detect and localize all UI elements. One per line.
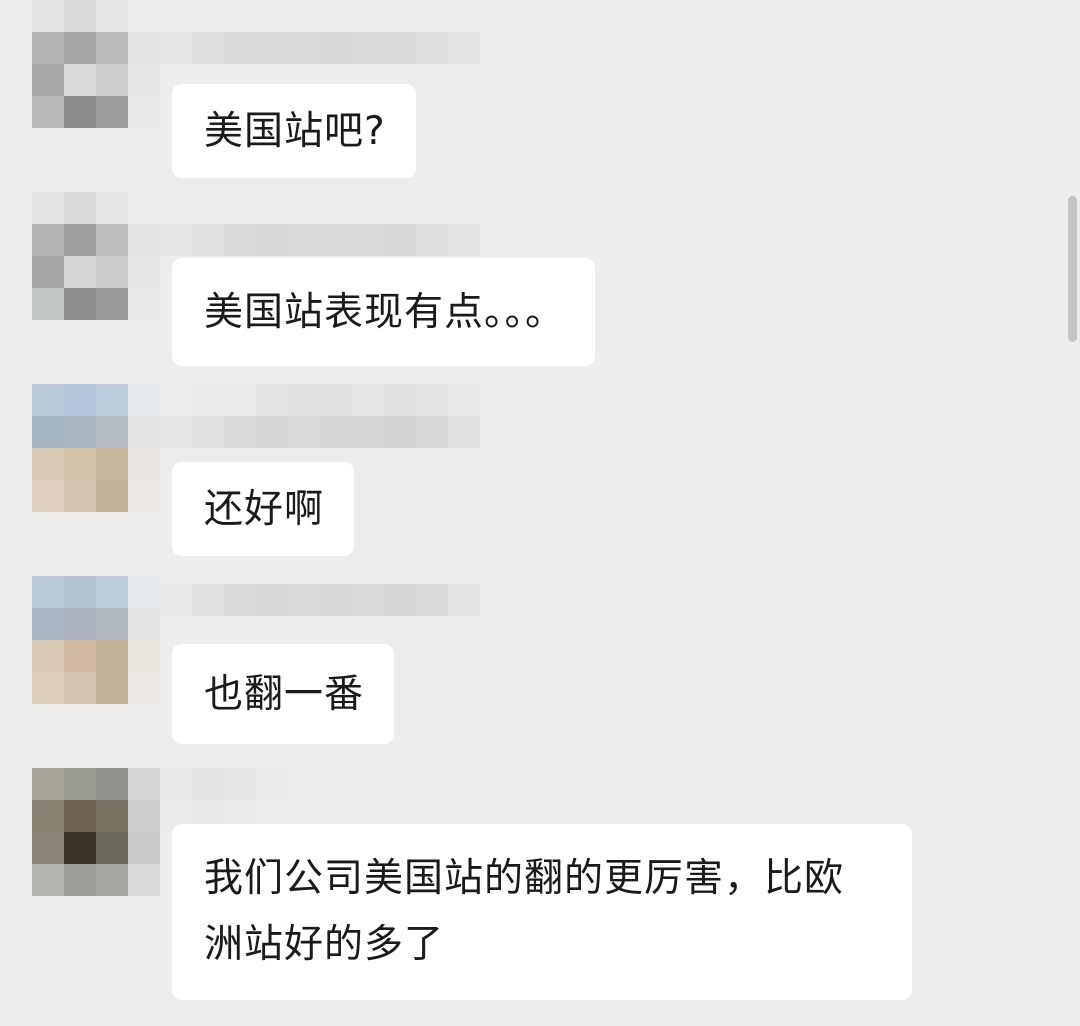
sender-nickname-blurred bbox=[160, 584, 480, 616]
message-text: 我们公司美国站的翻的更厉害，比欧洲站好的多了 bbox=[204, 856, 845, 967]
message-bubble[interactable]: 也翻一番 bbox=[172, 644, 395, 744]
sender-avatar[interactable] bbox=[32, 768, 160, 896]
message-bubble[interactable]: 美国站表现有点。。。 bbox=[172, 258, 596, 366]
message-bubble[interactable]: 美国站吧? bbox=[172, 84, 416, 178]
message-text: 也翻一番 bbox=[204, 672, 365, 717]
sender-avatar[interactable] bbox=[32, 192, 160, 320]
sender-avatar[interactable] bbox=[32, 0, 160, 128]
message-text: 美国站表现有点。。。 bbox=[204, 290, 566, 335]
sender-nickname-blurred bbox=[160, 416, 480, 448]
sender-nickname-blurred bbox=[160, 768, 288, 800]
message-text: 美国站吧? bbox=[204, 109, 386, 154]
sender-nickname-blurred bbox=[160, 384, 480, 416]
sender-avatar[interactable] bbox=[32, 384, 160, 512]
message-bubble[interactable]: 还好啊 bbox=[172, 462, 355, 556]
message-text: 还好啊 bbox=[204, 487, 325, 532]
sender-nickname-blurred bbox=[160, 224, 480, 256]
sender-avatar[interactable] bbox=[32, 576, 160, 704]
scrollbar[interactable] bbox=[1068, 196, 1077, 342]
sender-nickname-blurred bbox=[160, 32, 480, 64]
message-bubble[interactable]: 我们公司美国站的翻的更厉害，比欧洲站好的多了 bbox=[172, 824, 912, 1000]
